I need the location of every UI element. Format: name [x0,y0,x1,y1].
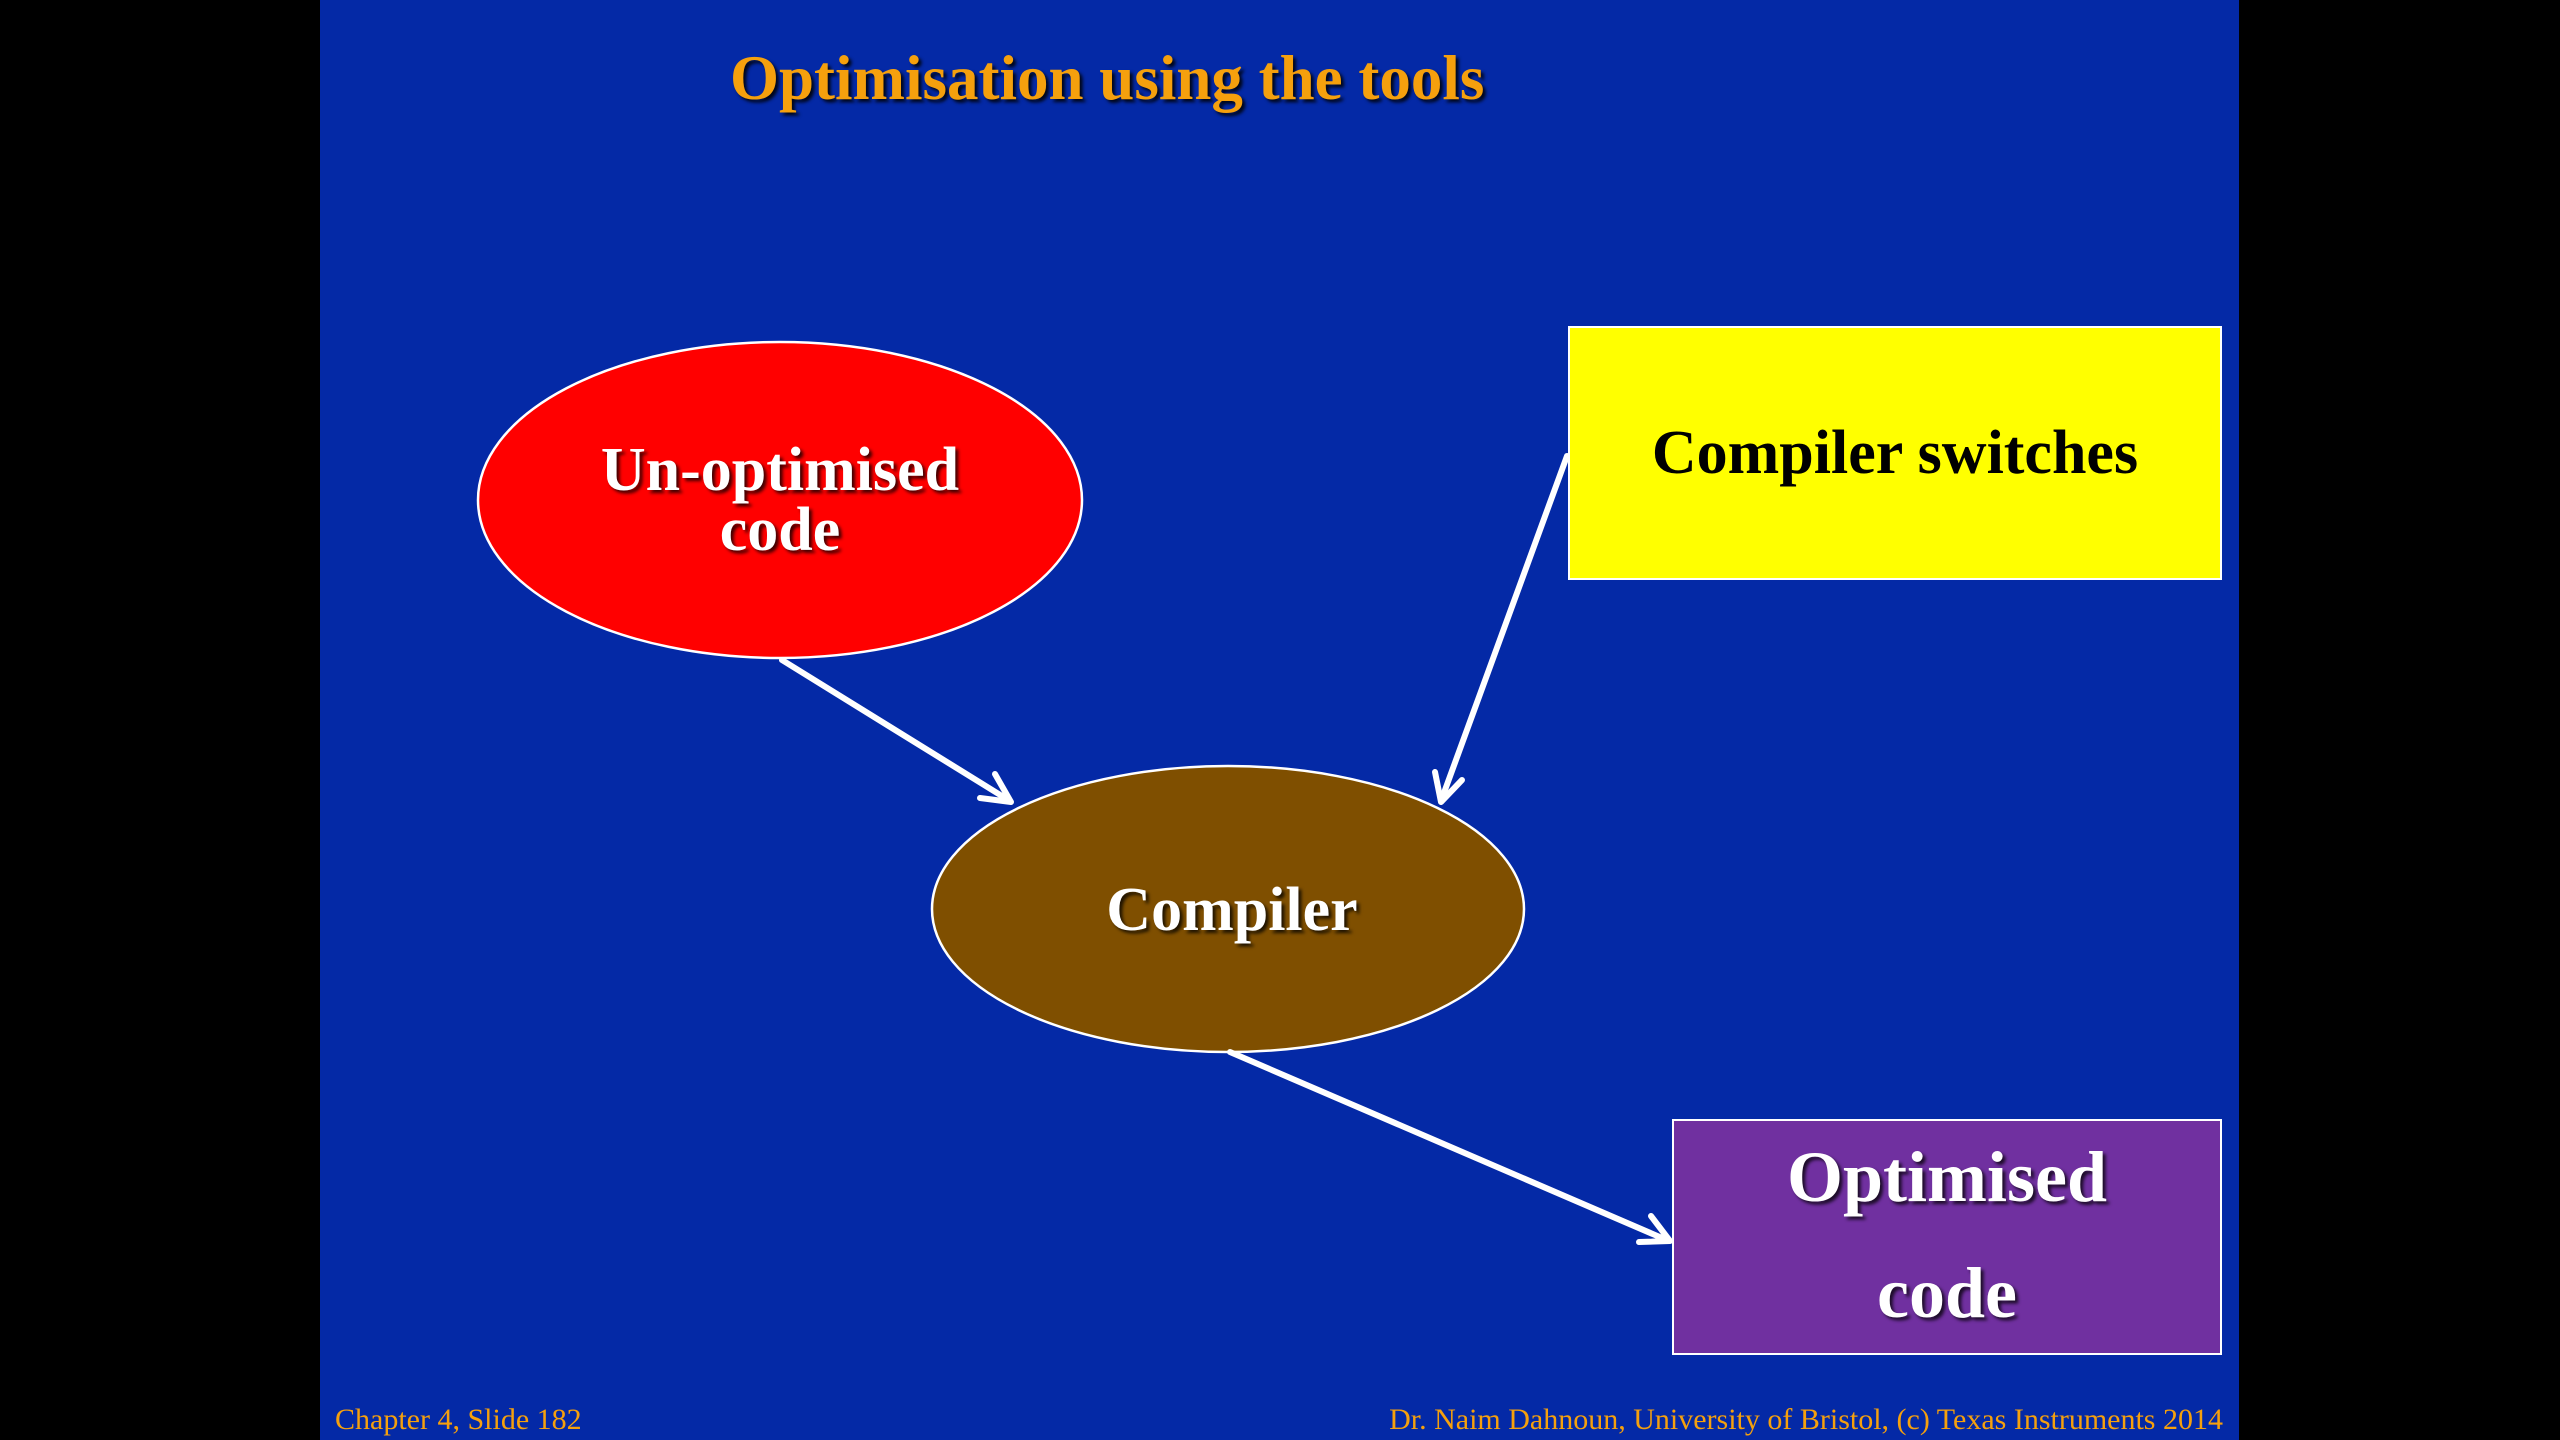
screen: Optimisation using the tools Un-optimise… [0,0,2560,1440]
unoptimised-code-line1: Un-optimised [600,436,960,504]
compiler-switches-text: Compiler switches [1651,419,2139,487]
compiler-text: Compiler [1106,876,1358,944]
arrow-switches-to-compiler [1432,453,1570,805]
optimised-code-line2: code [1877,1253,2017,1333]
footer-credits: Dr. Naim Dahnoun, University of Bristol,… [1389,1403,2223,1436]
unoptimised-code-label: Un-optimised code [480,340,1080,660]
compiler-label: Compiler [932,765,1532,1055]
footer-slide-number: Chapter 4, Slide 182 [335,1403,582,1436]
unoptimised-code-line2: code [719,496,841,564]
optimised-code-label: Optimised code [1672,1119,2222,1355]
compiler-switches-label: Compiler switches [1568,326,2222,580]
arrow-compiler-to-optimised [1227,1049,1673,1245]
slide: Optimisation using the tools Un-optimise… [320,0,2239,1440]
optimised-code-line1: Optimised [1786,1137,2108,1217]
